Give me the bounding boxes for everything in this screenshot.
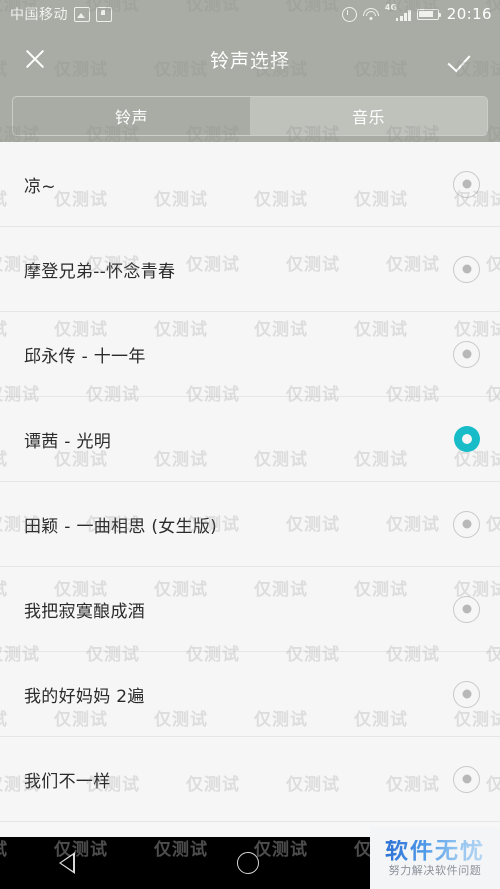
radio-button[interactable] <box>453 765 480 793</box>
list-item[interactable]: 我把寂寞酿成酒 <box>0 567 500 652</box>
list-item-label: 我的好妈妈 2遍 <box>24 686 145 707</box>
download-icon <box>96 6 112 22</box>
list-item-label: 田颖 - 一曲相思 (女生版) <box>24 516 218 537</box>
signal-bars <box>395 10 411 21</box>
tab-ringtone[interactable]: 铃声 <box>13 97 250 135</box>
alarm-icon <box>341 6 357 22</box>
list-item[interactable]: 摩登兄弟--怀念青春 <box>0 227 500 312</box>
list-item-label: 邱永传 - 十一年 <box>24 346 146 367</box>
tab-music[interactable]: 音乐 <box>250 97 487 135</box>
status-bar-left: 中国移动 <box>10 4 112 24</box>
radio-button[interactable] <box>453 595 480 623</box>
list-item[interactable]: 凉~ <box>0 142 500 227</box>
battery-icon <box>416 8 442 20</box>
list-item[interactable]: 邱永传 - 十一年 <box>0 312 500 397</box>
segmented-control: 铃声 音乐 <box>12 96 488 136</box>
list-item[interactable]: 谭茜 - 光明 <box>0 397 500 482</box>
logo-subtitle: 努力解决软件问题 <box>388 864 482 877</box>
carrier-label: 中国移动 <box>10 7 68 23</box>
radio-button[interactable] <box>453 340 480 368</box>
app-header: 铃声选择 <box>0 28 500 90</box>
signal-icon: 4G <box>384 3 411 21</box>
radio-button[interactable] <box>453 510 480 538</box>
home-icon[interactable] <box>236 852 259 874</box>
radio-button[interactable] <box>453 680 480 708</box>
radio-button[interactable] <box>453 255 480 283</box>
radio-button[interactable] <box>453 170 480 198</box>
list-item-label: 谭茜 - 光明 <box>24 431 112 452</box>
check-icon[interactable] <box>448 42 482 76</box>
phone-screen: 中国移动 4G 20:16 铃声选择 铃声 音乐 凉~ 摩登兄弟--怀念青春 邱… <box>0 0 500 889</box>
list-item-label: 凉~ <box>24 176 56 197</box>
list-item[interactable]: 我们不一样 <box>0 737 500 822</box>
wifi-icon <box>362 8 379 20</box>
list-item[interactable]: 田颖 - 一曲相思 (女生版) <box>0 482 500 567</box>
status-bar-right: 4G 20:16 <box>341 3 492 23</box>
clock-label: 20:16 <box>446 5 492 23</box>
list-item[interactable]: 我的好妈妈 2遍 <box>0 652 500 737</box>
tab-bar: 铃声 音乐 <box>0 90 500 142</box>
page-title: 铃声选择 <box>209 49 290 72</box>
list-item-label: 我们不一样 <box>24 771 111 792</box>
ringtone-list: 凉~ 摩登兄弟--怀念青春 邱永传 - 十一年 谭茜 - 光明 田颖 - 一曲相… <box>0 142 500 822</box>
gallery-icon <box>74 6 90 22</box>
network-type-label: 4G <box>384 3 398 12</box>
site-logo-watermark: 软件无忧 努力解决软件问题 <box>370 827 500 889</box>
list-item-label: 摩登兄弟--怀念青春 <box>24 261 176 282</box>
status-bar: 中国移动 4G 20:16 <box>0 0 500 28</box>
logo-title: 软件无忧 <box>385 838 485 864</box>
back-icon[interactable] <box>58 852 90 874</box>
list-item-label: 我把寂寞酿成酒 <box>24 601 146 622</box>
close-icon[interactable] <box>18 42 52 76</box>
radio-button-selected[interactable] <box>454 426 480 452</box>
